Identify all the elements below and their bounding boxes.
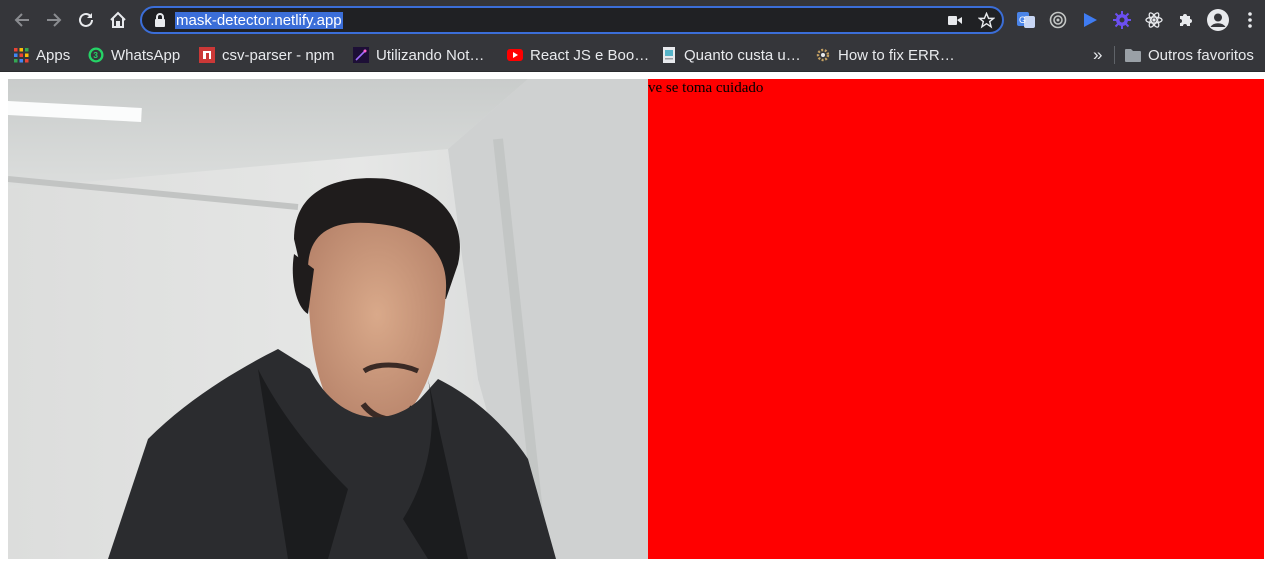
home-icon — [110, 11, 126, 28]
reload-button[interactable] — [73, 8, 99, 32]
home-button[interactable] — [105, 8, 131, 32]
profile-avatar-icon[interactable] — [1206, 8, 1230, 32]
webcam-video — [8, 79, 648, 559]
bookmark-label: How to fix ERR… — [838, 46, 955, 64]
bookmark-react-js[interactable]: React JS e Boo… — [507, 43, 649, 67]
translate-extension-icon[interactable]: G — [1015, 9, 1037, 31]
whatsapp-badge: 3 — [93, 50, 98, 60]
bookmark-utilizando[interactable]: Utilizando Not… — [353, 43, 484, 67]
bookmarks-bar: Apps 3 WhatsApp csv-parser - npm Utiliza… — [0, 40, 1265, 72]
arrow-right-icon — [47, 13, 62, 27]
notion-icon — [353, 47, 369, 63]
url-text[interactable]: mask-detector.netlify.app — [175, 12, 343, 29]
play-extension-icon[interactable] — [1079, 9, 1101, 31]
reload-icon — [79, 12, 93, 27]
bookmark-how-to-fix[interactable]: How to fix ERR… — [815, 43, 955, 67]
react-devtools-icon[interactable] — [1143, 9, 1165, 31]
puzzle-extensions-icon[interactable] — [1175, 9, 1197, 31]
star-icon[interactable] — [978, 12, 995, 29]
bookmarks-separator — [1114, 46, 1115, 64]
detection-message: ve se toma cuidado — [648, 80, 764, 96]
settings-extension-icon[interactable] — [1111, 9, 1133, 31]
browser-toolbar: mask-detector.netlify.app G — [0, 0, 1265, 40]
other-bookmarks-folder[interactable]: Outros favoritos — [1125, 43, 1254, 67]
arrow-left-icon — [14, 13, 29, 27]
bookmark-whatsapp[interactable]: 3 WhatsApp — [88, 43, 180, 67]
bookmark-label: Outros favoritos — [1148, 46, 1254, 64]
chevron-double-right-icon: » — [1093, 45, 1103, 64]
bookmark-quanto-custa[interactable]: Quanto custa u… — [661, 43, 801, 67]
address-bar[interactable]: mask-detector.netlify.app — [140, 6, 1004, 34]
folder-icon — [1125, 47, 1141, 63]
bookmark-csv-parser[interactable]: csv-parser - npm — [199, 43, 335, 67]
youtube-icon — [507, 47, 523, 63]
bookmark-label: React JS e Boo… — [530, 46, 650, 64]
bookmark-label: Utilizando Not… — [376, 46, 485, 64]
npm-icon — [199, 47, 215, 63]
forward-button[interactable] — [41, 8, 67, 32]
svg-text:G: G — [1019, 15, 1026, 25]
gear-icon — [815, 47, 831, 63]
bookmarks-overflow-button[interactable]: » — [1093, 43, 1102, 67]
target-extension-icon[interactable] — [1047, 9, 1069, 31]
camera-icon[interactable] — [948, 15, 962, 26]
menu-kebab-icon[interactable] — [1240, 9, 1260, 31]
bookmark-label: Quanto custa u… — [684, 46, 801, 64]
bookmark-label: Apps — [36, 46, 71, 64]
apps-grid-icon — [13, 47, 29, 63]
detection-result-panel: ve se toma cuidado — [648, 79, 1264, 559]
document-icon — [661, 47, 677, 63]
whatsapp-icon: 3 — [88, 47, 104, 63]
bookmark-label: WhatsApp — [111, 46, 181, 64]
bookmark-label: csv-parser - npm — [222, 46, 335, 64]
back-button[interactable] — [9, 8, 35, 32]
lock-icon — [155, 13, 165, 27]
bookmark-apps[interactable]: Apps — [13, 43, 70, 67]
